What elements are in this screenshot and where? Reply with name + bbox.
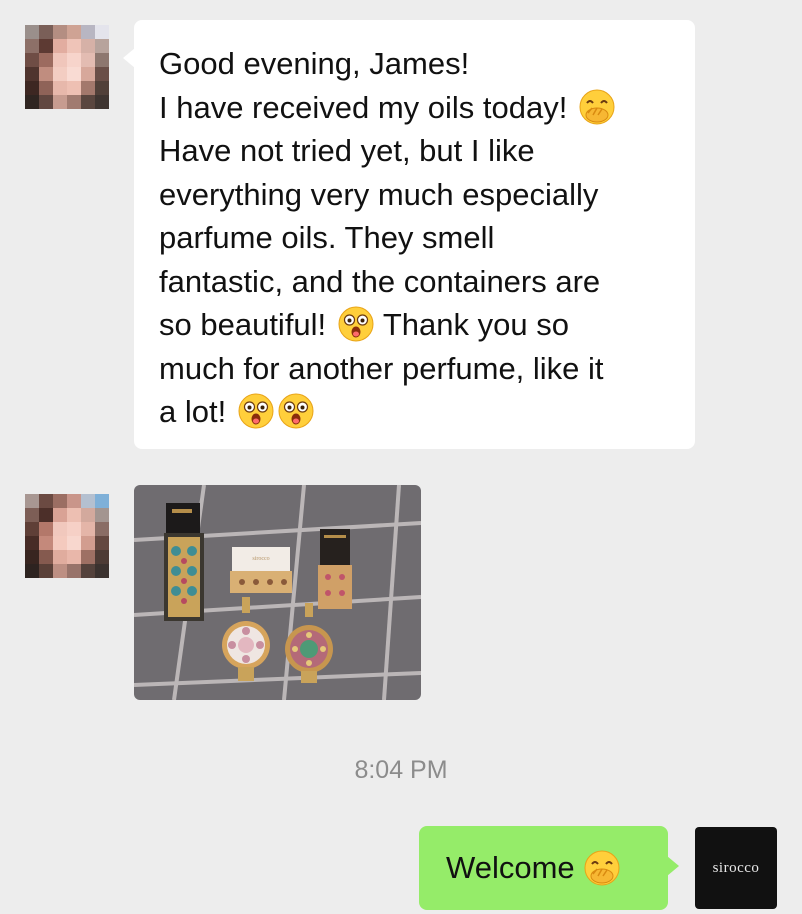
message-line: Good evening, James! bbox=[159, 46, 470, 81]
message-text: Good evening, James! I have received my … bbox=[159, 42, 675, 434]
incoming-message-bubble[interactable]: Good evening, James! I have received my … bbox=[123, 20, 695, 449]
svg-text:sirocco: sirocco bbox=[252, 556, 269, 562]
message-line: everything very much especially bbox=[159, 176, 599, 212]
message-line: much for another perfume, like it bbox=[159, 350, 604, 386]
message-line: parfume oils. They smell bbox=[159, 220, 495, 255]
brand-logo-text: sirocco bbox=[712, 859, 760, 876]
outgoing-message-bubble[interactable]: Welcome bbox=[419, 826, 679, 910]
customer-avatar[interactable] bbox=[25, 25, 109, 109]
message-line: a lot! bbox=[159, 394, 227, 429]
message-timestamp: 8:04 PM bbox=[354, 756, 448, 784]
message-line: I have received my oils today! bbox=[159, 89, 568, 125]
astonished-face-icon bbox=[237, 392, 275, 430]
message-line: Thank you so bbox=[382, 307, 569, 342]
face-with-hand-over-mouth-icon bbox=[583, 849, 621, 887]
perfume-photo-message[interactable]: sirocco bbox=[134, 485, 421, 700]
reply-text: Welcome bbox=[446, 850, 575, 886]
astonished-face-icon bbox=[337, 305, 375, 343]
seller-avatar[interactable]: sirocco bbox=[695, 827, 777, 909]
message-line: fantastic, and the containers are bbox=[159, 263, 601, 299]
astonished-face-icon bbox=[277, 392, 315, 430]
message-line: so beautiful! bbox=[159, 307, 327, 342]
face-with-hand-over-mouth-icon bbox=[578, 88, 616, 126]
message-line: Have not tried yet, but I like bbox=[159, 133, 535, 168]
customer-avatar[interactable] bbox=[25, 494, 109, 578]
